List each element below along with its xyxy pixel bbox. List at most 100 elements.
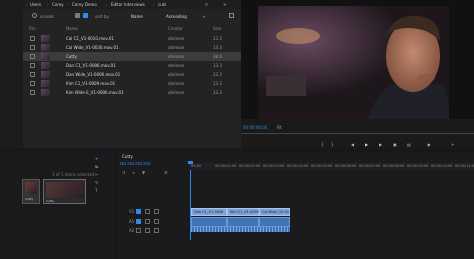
mark-out-icon[interactable]: } xyxy=(331,142,334,147)
step-back-icon[interactable]: ◀ xyxy=(351,142,354,147)
file-size: 13.3 xyxy=(213,90,222,95)
sort-order-select[interactable]: Ascending xyxy=(166,14,187,19)
clip-label: Kim C1_V1-0009 xyxy=(230,210,260,214)
breadcrumb-cuts[interactable]: cuts xyxy=(158,2,166,7)
file-creator: otelrose xyxy=(168,45,185,50)
list-item[interactable]: Kim Wide E_V1-0006.mov.01 otelrose 13.3 xyxy=(23,88,241,97)
file-name: Kim C1_V1-0009.mov.01 xyxy=(66,81,116,86)
sort-field-select[interactable]: Name xyxy=(131,14,143,19)
track-target-a1[interactable] xyxy=(136,219,141,224)
column-file[interactable]: File xyxy=(29,26,36,31)
mute-icon[interactable] xyxy=(154,228,159,233)
file-size: 13.3 xyxy=(213,81,222,86)
clip-type-icon xyxy=(30,54,35,59)
breadcrumb-corey[interactable]: Corey xyxy=(52,2,64,7)
ruler-tick: 00:00:04:00 xyxy=(287,164,309,168)
bin-clip-label: Cutty xyxy=(46,199,55,203)
media-browser-panel: ‹ Users › Corey › Corey Demo › Editor In… xyxy=(23,0,241,148)
ruler-tick: 00:00:08:00 xyxy=(383,164,405,168)
column-name[interactable]: Name xyxy=(66,26,78,31)
file-name: Dan Wide_V1-0006.mov.01 xyxy=(66,72,121,77)
add-icon[interactable]: + xyxy=(451,142,454,147)
breadcrumb-editor-interviews[interactable]: Editor Interviews xyxy=(111,2,145,7)
snap-icon[interactable]: ↺ xyxy=(122,170,125,175)
search-icon[interactable]: ⚲ xyxy=(205,2,208,7)
playhead-handle[interactable] xyxy=(188,161,193,164)
bin-thumbnail[interactable]: Cutty xyxy=(22,179,40,204)
breadcrumb-corey-demo[interactable]: Corey Demo xyxy=(72,2,97,7)
lock-icon[interactable] xyxy=(145,228,150,233)
video-clip[interactable]: Cal Wide_V1-0030 xyxy=(259,208,294,216)
overwrite-icon[interactable]: ▤ xyxy=(407,142,411,147)
list-item[interactable]: Cutty otelrose 38.6 xyxy=(23,52,241,61)
type-tool-icon[interactable]: T xyxy=(95,188,97,193)
ripple-edit-tool-icon[interactable]: ↹ xyxy=(95,164,98,169)
razor-tool-icon[interactable]: ✂ xyxy=(95,172,98,177)
monitor-scrubber[interactable] xyxy=(241,133,474,134)
view-label: visuals xyxy=(40,14,54,19)
list-item[interactable]: Dan C1_V1-0006.mov.01 otelrose 13.3 xyxy=(23,61,241,70)
new-folder-icon[interactable] xyxy=(229,13,234,18)
track-target-a2[interactable] xyxy=(136,228,141,233)
lock-icon[interactable] xyxy=(145,219,150,224)
mute-icon[interactable] xyxy=(154,219,159,224)
file-creator: otelrose xyxy=(168,72,185,77)
list-view-icon[interactable] xyxy=(75,13,80,18)
lock-icon[interactable] xyxy=(145,209,150,214)
file-list: Cal C1_V1-0010.mov.01 otelrose 13.3 Cal Wid… xyxy=(23,34,241,114)
timeline-timecode[interactable]: 00:00:00:00 xyxy=(120,162,151,167)
bin-item-count: 1 of 1 items selected xyxy=(52,172,95,177)
column-creator[interactable]: Creator xyxy=(168,26,183,31)
ruler-tick: 00:00:09:00 xyxy=(407,164,429,168)
eye-icon[interactable] xyxy=(154,209,159,214)
video-clip[interactable]: Dan C1_V1-0006 xyxy=(191,208,227,216)
clip-thumbnail xyxy=(41,71,50,78)
monitor-timecode[interactable]: 00:00:00:00 xyxy=(243,125,267,130)
audio-waveform xyxy=(191,227,290,232)
timeline-ruler[interactable]: 00:00 00:00:01:00 00:00:02:00 00:00:03:00 00… xyxy=(189,163,474,170)
insert-icon[interactable]: ▣ xyxy=(393,142,397,147)
file-creator: otelrose xyxy=(168,90,185,95)
camera-icon[interactable]: ◉ xyxy=(427,142,431,147)
file-name: Cutty xyxy=(66,54,77,59)
step-forward-icon[interactable]: ▶ xyxy=(379,142,382,147)
audio-clip[interactable] xyxy=(191,217,227,227)
pen-tool-icon[interactable]: ✎ xyxy=(95,180,98,185)
selection-tool-icon[interactable]: ➤ xyxy=(95,156,98,161)
column-headers: File Name Creator Size xyxy=(23,24,241,32)
close-icon[interactable]: ✕ xyxy=(223,2,226,7)
chevron-right-icon: › xyxy=(67,2,69,7)
file-size: 13.3 xyxy=(213,72,222,77)
track-label-a2: A2 xyxy=(129,228,135,233)
linked-icon[interactable]: ∞ xyxy=(132,170,135,175)
monitor-controls: 00:00:00:00 Fit { } ◀ ▶ ▶ ▣ ▤ ◉ + xyxy=(241,119,474,148)
list-item[interactable]: Dan Wide_V1-0006.mov.01 otelrose 13.3 xyxy=(23,70,241,79)
column-size[interactable]: Size xyxy=(213,26,221,31)
chevron-down-icon[interactable]: ▾ xyxy=(203,14,205,19)
list-item[interactable]: Kim C1_V1-0009.mov.01 otelrose 13.3 xyxy=(23,79,241,88)
wrench-icon[interactable]: ⚒ xyxy=(164,170,168,175)
audio-clip[interactable] xyxy=(259,217,290,227)
list-item[interactable]: Cal C1_V1-0010.mov.01 otelrose 13.3 xyxy=(23,34,241,43)
play-icon[interactable]: ▶ xyxy=(365,142,368,147)
grid-view-icon[interactable] xyxy=(83,13,88,18)
breadcrumb-users[interactable]: Users xyxy=(30,2,41,7)
clip-label: Cal Wide_V1-0030 xyxy=(262,210,294,214)
sequence-tab[interactable]: Cutty xyxy=(122,154,133,159)
file-creator: otelrose xyxy=(168,54,185,59)
back-icon[interactable]: ‹ xyxy=(26,2,28,7)
video-clip[interactable]: Kim C1_V1-0009 xyxy=(227,208,259,216)
audio-clip[interactable] xyxy=(227,217,259,227)
marker-icon[interactable]: ▼ xyxy=(142,170,145,175)
visual-search-icon[interactable] xyxy=(32,13,37,18)
fit-select[interactable]: Fit xyxy=(277,125,282,130)
bin-clip-selected[interactable]: Cutty xyxy=(43,179,86,204)
list-item[interactable]: Cal Wide_V1-0030.mov.01 otelrose 13.3 xyxy=(23,43,241,52)
file-creator: otelrose xyxy=(168,36,185,41)
track-target-v1[interactable] xyxy=(136,209,141,214)
file-name: Cal C1_V1-0010.mov.01 xyxy=(66,36,114,41)
mark-in-icon[interactable]: { xyxy=(321,142,324,147)
clip-thumbnail xyxy=(41,53,50,60)
clip-thumbnail xyxy=(41,35,50,42)
sort-label: sort by xyxy=(95,14,109,19)
